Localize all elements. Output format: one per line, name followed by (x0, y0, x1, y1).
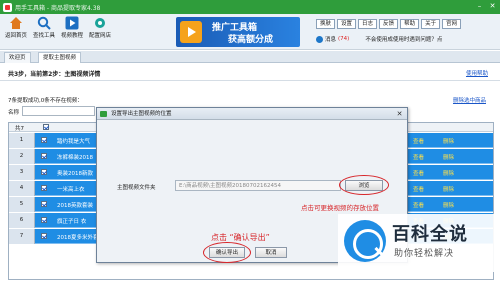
step-bar: 共3步，当前第2步：主图视频详情 使用帮助 (0, 63, 500, 81)
name-input[interactable] (22, 106, 95, 116)
website-button[interactable]: 官网 (442, 19, 462, 29)
dialog-title-bar: 设置导出主图视频的位置 ✕ (97, 108, 407, 120)
gear-icon (95, 18, 105, 28)
row-checkbox[interactable] (41, 169, 47, 175)
tab-welcome[interactable]: 欢迎页 (4, 52, 31, 63)
delete-selected-link[interactable]: 删除选中商品 (453, 96, 486, 104)
top-button-group: 换肤 设置 日志 反馈 帮助 关于 官网 (316, 19, 462, 29)
row-checkbox[interactable] (41, 201, 47, 207)
search-icon (37, 16, 51, 30)
app-icon (3, 2, 12, 12)
delete-link[interactable]: 删除 (443, 153, 454, 161)
product-name: 冻裤棉装2018 (57, 155, 93, 161)
cancel-button[interactable]: 取消 (255, 247, 287, 258)
view-link[interactable]: 查看 (413, 201, 424, 209)
settings-button[interactable]: 设置 (337, 19, 357, 29)
delete-link[interactable]: 删除 (443, 169, 454, 177)
home-button[interactable]: 返回首页 (3, 16, 29, 39)
minimize-icon[interactable]: – (474, 1, 485, 11)
message-line: 消息 (74) 不会使用成使用时遇到问题？点 (316, 35, 442, 43)
row-checkbox[interactable] (41, 137, 47, 143)
browse-highlight-circle (339, 175, 389, 195)
product-name: 旗正子日 衣 (57, 219, 87, 225)
view-link[interactable]: 查看 (413, 169, 424, 177)
name-label: 名称 (8, 110, 20, 116)
window-title: 用手工具箱 - 商品提取专家4.38 (15, 4, 101, 12)
config-shop-button[interactable]: 配置网店 (87, 16, 113, 39)
skin-button[interactable]: 换肤 (316, 19, 336, 29)
banner-line-2: 获高额分成 (228, 35, 274, 45)
toolbar: 返回首页 查找工具 视频教程 配置网店 推广工具箱 获高额分成 换肤 设置 日志… (0, 14, 500, 50)
total-count: 共7 (15, 126, 24, 132)
tab-extract-video[interactable]: 提取主图视频 (38, 52, 82, 63)
row-checkbox[interactable] (41, 233, 47, 239)
promo-play-icon (180, 21, 202, 43)
row-checkbox[interactable] (41, 185, 47, 191)
select-all-checkbox[interactable] (43, 124, 49, 130)
row-checkbox[interactable] (41, 217, 47, 223)
view-link[interactable]: 查看 (413, 153, 424, 161)
folder-label: 主图视频文件夹 (117, 185, 156, 191)
home-button-label: 返回首页 (4, 33, 27, 39)
about-button[interactable]: 关于 (421, 19, 441, 29)
dialog-app-icon (100, 111, 107, 117)
view-link[interactable]: 查看 (413, 185, 424, 193)
promo-banner[interactable]: 推广工具箱 获高额分成 (176, 17, 300, 47)
row-number: 5 (9, 197, 35, 212)
result-summary: 7条提取成功,0条不存在视频： (8, 98, 83, 104)
notice-text[interactable]: 不会使用成使用时遇到问题？点 (365, 35, 442, 43)
product-name: 踏约我是大气 (57, 139, 91, 145)
message-count[interactable]: (74) (338, 36, 349, 42)
config-shop-label: 配置网店 (88, 33, 111, 39)
usage-help-link[interactable]: 使用帮助 (466, 69, 488, 77)
watermark-subtitle: 助你轻松解决 (394, 249, 455, 259)
message-icon (316, 35, 323, 43)
find-tool-button[interactable]: 查找工具 (31, 16, 57, 39)
step-text: 共3步，当前第2步：主图视频详情 (8, 71, 101, 78)
close-icon[interactable]: ✕ (395, 110, 404, 118)
dialog-title: 设置导出主图视频的位置 (111, 111, 172, 117)
watermark-title: 百科全说 (392, 224, 468, 245)
close-window-icon[interactable]: ✕ (487, 1, 498, 11)
row-number: 6 (9, 213, 35, 228)
product-name: 一米高上衣 (57, 187, 85, 193)
product-name: 2018夏多米外套 (57, 235, 99, 241)
browse-hint-annotation: 点击可更换视频的存放位置 (301, 204, 379, 212)
watermark-logo-icon (344, 220, 386, 262)
row-number: 1 (9, 133, 35, 148)
message-label[interactable]: 消息 (325, 35, 336, 43)
delete-link[interactable]: 删除 (443, 201, 454, 209)
row-number: 2 (9, 149, 35, 164)
window-controls: – ✕ (474, 1, 498, 11)
home-icon (10, 17, 22, 29)
row-checkbox[interactable] (41, 153, 47, 159)
confirm-highlight-circle (203, 242, 251, 263)
folder-path-field[interactable]: E:\商品视频\主图视频20180702162454 (175, 180, 341, 191)
product-name: 奥装2018新款 (57, 171, 93, 177)
tab-bar: 欢迎页 提取主图视频 (0, 51, 500, 63)
row-number: 4 (9, 181, 35, 196)
view-link[interactable]: 查看 (413, 137, 424, 145)
row-number: 3 (9, 165, 35, 180)
feedback-button[interactable]: 反馈 (379, 19, 399, 29)
play-icon (65, 16, 79, 30)
find-tool-label: 查找工具 (32, 33, 55, 39)
video-tutorial-label: 视频教程 (60, 33, 83, 39)
log-button[interactable]: 日志 (358, 19, 378, 29)
delete-link[interactable]: 删除 (443, 137, 454, 145)
product-name: 2018英款套装 (57, 203, 93, 209)
help-button[interactable]: 帮助 (400, 19, 420, 29)
watermark: 百科全说 助你轻松解决 (338, 214, 498, 272)
video-tutorial-button[interactable]: 视频教程 (59, 16, 85, 39)
title-bar: 用手工具箱 - 商品提取专家4.38 – ✕ (0, 0, 500, 14)
row-number: 7 (9, 229, 35, 244)
delete-link[interactable]: 删除 (443, 185, 454, 193)
confirm-hint-annotation: 点击 “确认导出” (211, 233, 270, 242)
